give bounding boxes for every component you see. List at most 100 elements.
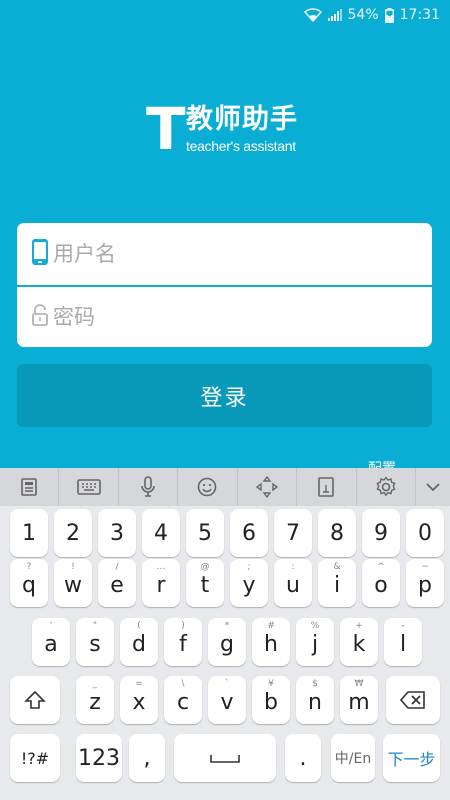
lock-icon (31, 304, 49, 330)
key-8[interactable]: 8 (318, 509, 356, 557)
battery-icon (384, 7, 394, 23)
key-hint: … (156, 562, 166, 572)
clipboard-icon[interactable] (0, 468, 60, 506)
key-hint: " (92, 621, 98, 631)
key-s[interactable]: " s (76, 618, 114, 666)
key-u[interactable]: :u (274, 559, 312, 607)
login-button[interactable]: 登录 (17, 364, 432, 427)
key-hint: + (355, 621, 363, 631)
key-hint: = (135, 679, 143, 689)
key-k[interactable]: + k (340, 618, 378, 666)
key-hint: $ (312, 679, 318, 689)
key-label: k (352, 631, 366, 657)
handwriting-icon[interactable] (297, 468, 357, 506)
key-f[interactable]: ) f (164, 618, 202, 666)
key-0[interactable]: 0 (406, 509, 444, 557)
key-label: a (44, 631, 58, 657)
logo-title: 教师助手 (186, 104, 298, 135)
next-key[interactable]: 下一步 (383, 734, 440, 782)
period-key[interactable]: . (285, 734, 321, 782)
number-row: 1234567890 (0, 509, 450, 557)
key-b[interactable]: ¥ b (252, 676, 290, 724)
key-w[interactable]: ! w (54, 559, 92, 607)
key-label: c (176, 689, 190, 715)
key-l[interactable]: -l (384, 618, 422, 666)
key-label: o (374, 572, 388, 598)
keyboard-icon[interactable] (59, 468, 119, 506)
chevron-down-icon[interactable] (416, 468, 450, 506)
key-label: m (348, 689, 370, 715)
key-d[interactable]: (d (120, 618, 158, 666)
settings-icon[interactable] (357, 468, 416, 506)
key-1[interactable]: 1 (10, 509, 48, 557)
key-p[interactable]: ~ p (406, 559, 444, 607)
logo-mark: T (146, 95, 186, 163)
username-input[interactable] (53, 242, 393, 266)
key-o[interactable]: ^ o (362, 559, 400, 607)
key-x[interactable]: = x (120, 676, 158, 724)
backspace-key[interactable] (386, 676, 440, 724)
key-v[interactable]: ` v (208, 676, 246, 724)
comma-key[interactable]: , (129, 734, 165, 782)
key-c[interactable]: \ c (164, 676, 202, 724)
key-t[interactable]: @ t (186, 559, 224, 607)
key-hint: ; (247, 562, 251, 572)
key-r[interactable]: … r (142, 559, 180, 607)
key-label: x (132, 689, 146, 715)
key-label: j (311, 631, 319, 657)
key-label: v (220, 689, 234, 715)
key-hint: ' (49, 621, 53, 631)
key-label: w (64, 572, 82, 598)
key-hint: ( (137, 621, 141, 631)
emoji-icon[interactable] (178, 468, 238, 506)
key-n[interactable]: $ n (296, 676, 334, 724)
key-e[interactable]: / e (98, 559, 136, 607)
key-h[interactable]: # h (252, 618, 290, 666)
space-key[interactable] (174, 734, 276, 782)
key-i[interactable]: & i (318, 559, 356, 607)
login-form (17, 223, 432, 347)
key-label: n (308, 689, 322, 715)
key-hint: % (310, 621, 320, 631)
key-7[interactable]: 7 (274, 509, 312, 557)
key-a[interactable]: ' a (32, 618, 70, 666)
microphone-icon[interactable] (119, 468, 179, 506)
key-9[interactable]: 9 (362, 509, 400, 557)
key-label: u (286, 572, 300, 598)
key-3[interactable]: 3 (98, 509, 136, 557)
key-hint: ¥ (268, 679, 274, 689)
bottom-row: !?# 123 , . 中/En 下一步 (0, 734, 450, 782)
password-field[interactable] (17, 285, 432, 347)
shift-key[interactable] (10, 676, 60, 724)
key-y[interactable]: ; y (230, 559, 268, 607)
key-label: h (264, 631, 278, 657)
key-label: r (156, 572, 166, 598)
key-6[interactable]: 6 (230, 509, 268, 557)
key-hint: : (291, 562, 295, 572)
password-input[interactable] (53, 305, 393, 329)
key-hint: _ (92, 679, 98, 689)
key-2[interactable]: 2 (54, 509, 92, 557)
key-m[interactable]: ₩ m (340, 676, 378, 724)
key-label: d (132, 631, 146, 657)
cursor-move-icon[interactable] (238, 468, 298, 506)
key-label: p (418, 572, 432, 598)
key-g[interactable]: * g (208, 618, 246, 666)
numeric-key[interactable]: 123 (76, 734, 122, 782)
username-field[interactable] (17, 223, 432, 285)
key-label: e (110, 572, 124, 598)
key-z[interactable]: _ z (76, 676, 114, 724)
key-5[interactable]: 5 (186, 509, 224, 557)
status-bar: 54% 17:31 (0, 0, 450, 30)
letter-row-2: ' a " s(d) f * g # h% j + k - l (0, 618, 450, 666)
signal-icon (327, 9, 342, 21)
key-q[interactable]: ? q (10, 559, 48, 607)
key-j[interactable]: % j (296, 618, 334, 666)
symbols-key[interactable]: !?# (10, 734, 60, 782)
wifi-icon (303, 8, 322, 22)
lang-switch-key[interactable]: 中/En (331, 734, 375, 782)
key-4[interactable]: 4 (142, 509, 180, 557)
key-hint: ` (224, 679, 230, 689)
key-label: z (89, 689, 101, 715)
letter-row-1: ? q! w / e… r @ t; y: u & i ^ o ~ p (0, 559, 450, 607)
